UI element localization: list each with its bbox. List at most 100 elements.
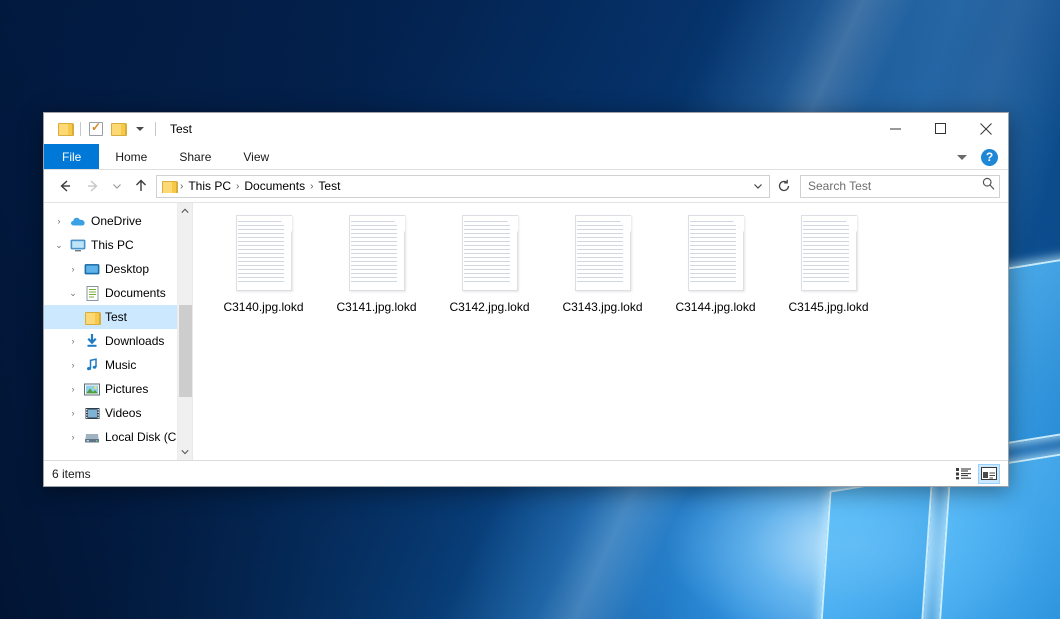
breadcrumb: › This PC › Documents › Test <box>162 179 749 193</box>
sidebar-item-onedrive[interactable]: › OneDrive <box>44 209 177 233</box>
navigation-scrollbar[interactable] <box>177 203 192 460</box>
item-count-label: 6 items <box>52 467 91 481</box>
breadcrumb-folder-icon <box>162 180 177 193</box>
search-icon[interactable] <box>982 177 995 195</box>
sidebar-item-desktop[interactable]: › Desktop <box>44 257 177 281</box>
details-view-button[interactable] <box>953 464 975 484</box>
expand-ribbon-chevron-down-icon[interactable] <box>957 155 967 160</box>
back-button[interactable] <box>52 173 78 199</box>
navigation-pane: › OneDrive ⌄ This PC › <box>44 203 192 460</box>
sidebar-item-local-disk-c[interactable]: › Local Disk (C:) <box>44 425 177 449</box>
explorer-folder-icon[interactable] <box>54 118 76 140</box>
tab-share[interactable]: Share <box>163 144 227 169</box>
file-name: C3143.jpg.lokd <box>562 300 642 314</box>
file-list-pane[interactable]: C3140.jpg.lokd C3141.jpg.lokd C3142.jpg.… <box>192 203 1008 460</box>
new-folder-icon[interactable] <box>107 118 129 140</box>
generic-file-icon <box>233 215 295 293</box>
tab-file[interactable]: File <box>44 144 99 169</box>
desktop: Test File Home Share View ? <box>0 0 1060 619</box>
drive-icon <box>82 431 102 444</box>
minimize-button[interactable] <box>873 113 918 144</box>
scrollbar-track[interactable] <box>178 219 193 444</box>
address-bar: › This PC › Documents › Test Searc <box>44 170 1008 202</box>
sidebar-item-videos[interactable]: › Videos <box>44 401 177 425</box>
file-item[interactable]: C3140.jpg.lokd <box>207 213 320 314</box>
sidebar-item-label: Local Disk (C:) <box>105 430 177 444</box>
window-title: Test <box>170 122 192 136</box>
sidebar-item-label: Documents <box>105 286 166 300</box>
document-icon <box>82 286 102 301</box>
file-explorer-window: Test File Home Share View ? <box>43 112 1009 487</box>
video-icon <box>82 407 102 420</box>
refresh-button[interactable] <box>772 175 796 198</box>
search-box[interactable]: Search Test <box>800 175 1000 198</box>
tab-home[interactable]: Home <box>99 144 163 169</box>
sidebar-item-label: OneDrive <box>91 214 142 228</box>
generic-file-icon <box>572 215 634 293</box>
chevron-right-icon[interactable]: › <box>64 360 82 370</box>
chevron-right-icon[interactable]: › <box>64 336 82 346</box>
scrollbar-thumb[interactable] <box>179 305 192 397</box>
generic-file-icon <box>798 215 860 293</box>
generic-file-icon <box>459 215 521 293</box>
maximize-button[interactable] <box>918 113 963 144</box>
file-name: C3142.jpg.lokd <box>449 300 529 314</box>
chevron-right-icon[interactable]: › <box>50 216 68 226</box>
download-icon <box>82 334 102 348</box>
file-name: C3140.jpg.lokd <box>223 300 303 314</box>
status-bar: 6 items <box>44 460 1008 486</box>
chevron-down-icon[interactable]: ⌄ <box>50 240 68 251</box>
customize-qat-caret-icon[interactable] <box>129 118 151 140</box>
sidebar-item-label: Pictures <box>105 382 148 396</box>
help-icon[interactable]: ? <box>981 149 998 166</box>
breadcrumb-item-test[interactable]: Test <box>314 179 344 193</box>
up-button[interactable] <box>128 173 154 199</box>
address-dropdown-chevron-down-icon[interactable] <box>749 181 767 191</box>
large-icons-view-button[interactable] <box>978 464 1000 484</box>
search-input[interactable]: Search Test <box>808 179 982 193</box>
file-name: C3145.jpg.lokd <box>788 300 868 314</box>
file-item[interactable]: C3144.jpg.lokd <box>659 213 772 314</box>
sidebar-item-label: Test <box>105 310 127 324</box>
sidebar-item-music[interactable]: › Music <box>44 353 177 377</box>
chevron-down-icon[interactable]: ⌄ <box>64 288 82 299</box>
quick-access-toolbar <box>44 118 160 140</box>
chevron-right-icon[interactable]: › <box>64 264 82 274</box>
sidebar-item-test[interactable]: Test <box>44 305 177 329</box>
sidebar-item-downloads[interactable]: › Downloads <box>44 329 177 353</box>
sidebar-item-documents[interactable]: ⌄ Documents <box>44 281 177 305</box>
chevron-right-icon[interactable]: › <box>64 384 82 394</box>
window-body: › OneDrive ⌄ This PC › <box>44 202 1008 460</box>
scroll-up-icon[interactable] <box>178 203 193 219</box>
generic-file-icon <box>346 215 408 293</box>
music-icon <box>82 358 102 372</box>
desktop-icon <box>82 263 102 276</box>
sidebar-item-label: Music <box>105 358 136 372</box>
close-button[interactable] <box>963 113 1008 144</box>
folder-tree: › OneDrive ⌄ This PC › <box>44 203 177 460</box>
qat-separator-1 <box>80 122 81 136</box>
file-item[interactable]: C3143.jpg.lokd <box>546 213 659 314</box>
forward-button[interactable] <box>80 173 106 199</box>
scroll-down-icon[interactable] <box>178 444 193 460</box>
sidebar-item-label: This PC <box>91 238 134 252</box>
file-item[interactable]: C3141.jpg.lokd <box>320 213 433 314</box>
breadcrumb-item-this-pc[interactable]: This PC <box>184 179 235 193</box>
cloud-icon <box>68 215 88 227</box>
ribbon-right-controls: ? <box>957 144 1004 170</box>
qat-separator-2 <box>155 122 156 136</box>
file-item[interactable]: C3145.jpg.lokd <box>772 213 885 314</box>
sidebar-item-this-pc[interactable]: ⌄ This PC <box>44 233 177 257</box>
sidebar-item-pictures[interactable]: › Pictures <box>44 377 177 401</box>
breadcrumb-bar[interactable]: › This PC › Documents › Test <box>156 175 770 198</box>
monitor-icon <box>68 239 88 252</box>
tab-view[interactable]: View <box>227 144 285 169</box>
chevron-right-icon[interactable]: › <box>64 432 82 442</box>
chevron-right-icon[interactable]: › <box>64 408 82 418</box>
breadcrumb-item-documents[interactable]: Documents <box>240 179 309 193</box>
file-item[interactable]: C3142.jpg.lokd <box>433 213 546 314</box>
properties-icon[interactable] <box>85 118 107 140</box>
view-mode-buttons <box>953 464 1000 484</box>
sidebar-item-label: Videos <box>105 406 141 420</box>
recent-locations-button[interactable] <box>108 173 126 199</box>
